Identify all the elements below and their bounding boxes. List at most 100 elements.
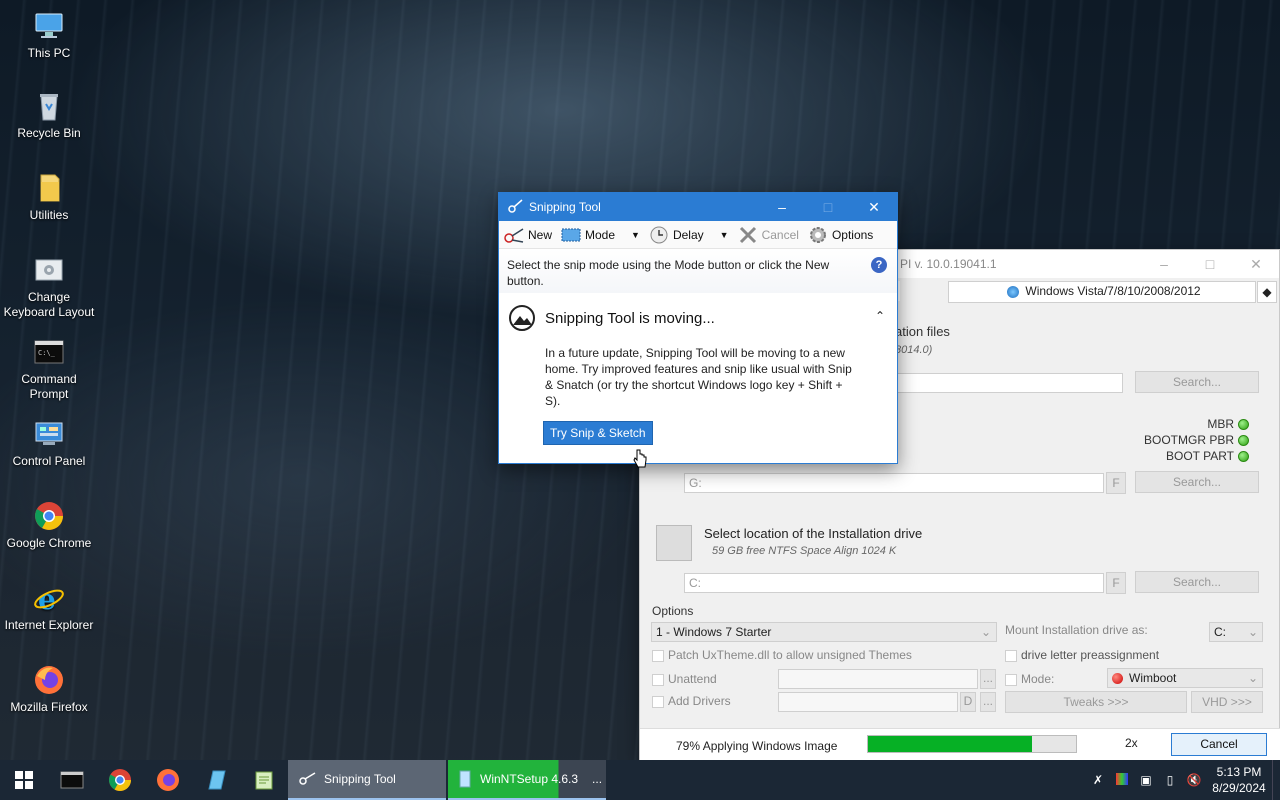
minimize-button[interactable]: – (1141, 250, 1187, 278)
clock-date: 8/29/2024 (1212, 781, 1266, 795)
install-format-button[interactable]: F (1106, 572, 1126, 594)
boot-drive-field[interactable]: G: (684, 473, 1104, 493)
start-button[interactable] (0, 760, 48, 800)
snip-sketch-logo-icon (509, 305, 535, 331)
help-icon[interactable]: ? (871, 257, 887, 273)
collapse-chevron-icon[interactable]: ⌃ (875, 309, 885, 323)
tray-network-x-icon[interactable]: ✗ (1086, 773, 1110, 787)
chrome-icon (33, 500, 65, 532)
install-files-title: ation files (895, 324, 950, 339)
desktop-icon-label: Google Chrome (6, 536, 92, 550)
snipping-tool-window[interactable]: Snipping Tool – □ ✕ New Mode ▼ Delay ▼ C… (498, 192, 898, 468)
speed-label[interactable]: 2x (1125, 736, 1138, 750)
desktop-icon-mozilla-firefox[interactable]: Mozilla Firefox (2, 664, 96, 715)
os-type-select[interactable]: Windows Vista/7/8/10/2008/2012 (948, 281, 1256, 303)
terminal-icon (60, 771, 84, 789)
minimize-button[interactable]: – (759, 193, 805, 221)
patch-uxtheme-checkbox[interactable]: Patch UxTheme.dll to allow unsigned Them… (652, 648, 912, 662)
mode-button[interactable]: Mode ▼ (560, 226, 640, 244)
new-snip-button[interactable]: New (503, 226, 552, 244)
tray-monitor-icon[interactable]: ▣ (1134, 773, 1158, 787)
options-label: Options (652, 604, 694, 618)
mount-label: Mount Installation drive as: (1005, 623, 1148, 637)
windows-logo-icon (15, 771, 33, 789)
taskbar-firefox[interactable] (144, 760, 192, 800)
new-label: New (528, 227, 553, 242)
mount-drive-select[interactable]: C: ⌄ (1209, 622, 1263, 642)
desktop-icon-label: Control Panel (12, 454, 86, 468)
maximize-button[interactable]: □ (1187, 250, 1233, 278)
unattend-checkbox[interactable]: Unattend (652, 672, 717, 686)
install-drive-field[interactable]: C: (684, 573, 1104, 593)
tray-usb-icon[interactable]: ▯ (1158, 773, 1182, 787)
desktop-icon-control-panel[interactable]: Control Panel (2, 418, 96, 469)
tray-clock[interactable]: 5:13 PM 8/29/2024 (1206, 764, 1272, 796)
cancel-button[interactable]: Cancel (1171, 733, 1267, 756)
unattend-browse-button[interactable]: ... (980, 669, 996, 689)
wimboot-status-icon (1112, 673, 1123, 685)
terminal-icon: C:\_ (33, 336, 65, 368)
task-label: Snipping Tool (324, 772, 396, 786)
close-button[interactable]: ✕ (1233, 250, 1279, 278)
desktop-icon-label: Recycle Bin (17, 126, 81, 140)
taskbar-notes[interactable] (192, 760, 240, 800)
drivers-browse-button[interactable]: ... (980, 692, 996, 712)
mode-checkbox[interactable]: Mode: (1005, 672, 1054, 686)
clock-icon (648, 226, 670, 244)
system-tray: ✗ ▣ ▯ 🔇 5:13 PM 8/29/2024 (1086, 760, 1280, 800)
desktop-icon-utilities[interactable]: Utilities (2, 172, 96, 223)
delay-dropdown-icon[interactable]: ▼ (720, 230, 729, 240)
desktop-icon-label: Command Prompt (21, 372, 77, 401)
unattend-path[interactable] (778, 669, 978, 689)
vhd-button[interactable]: VHD >>> (1191, 691, 1263, 713)
keyboard-settings-icon (33, 254, 65, 286)
install-files-path[interactable] (895, 373, 1123, 393)
snipping-tool-titlebar[interactable]: Snipping Tool – □ ✕ (499, 193, 897, 221)
taskbar-editor[interactable] (240, 760, 288, 800)
install-search-button[interactable]: Search... (1135, 571, 1259, 593)
winntsetup-icon (459, 770, 471, 788)
show-desktop-button[interactable] (1272, 760, 1280, 800)
try-snip-sketch-button[interactable]: Try Snip & Sketch (543, 421, 653, 445)
mode-dropdown-icon[interactable]: ▼ (631, 230, 640, 240)
add-drivers-checkbox[interactable]: Add Drivers (652, 694, 731, 708)
desktop-icon-this-pc[interactable]: This PC (2, 10, 96, 61)
bootpart-label: BOOT PART (1165, 449, 1234, 463)
options-button[interactable]: Options (807, 226, 873, 244)
desktop-icon-command-prompt[interactable]: C:\_ Command Prompt (2, 336, 96, 402)
boot-format-button[interactable]: F (1106, 472, 1126, 494)
tray-color-icon[interactable] (1110, 772, 1134, 788)
edition-select[interactable]: 1 - Windows 7 Starter ⌄ (651, 622, 997, 642)
desktop-icon-google-chrome[interactable]: Google Chrome (2, 500, 96, 551)
desktop-icon-recycle-bin[interactable]: Recycle Bin (2, 90, 96, 141)
install-drive-sub: 59 GB free NTFS Space Align 1024 K (712, 545, 897, 557)
taskbar-chrome[interactable] (96, 760, 144, 800)
boot-search-button[interactable]: Search... (1135, 471, 1259, 493)
desktop-icon-internet-explorer[interactable]: e Internet Explorer (2, 582, 96, 633)
mode-select[interactable]: Wimboot ⌄ (1107, 668, 1263, 688)
install-files-search-button[interactable]: Search... (1135, 371, 1259, 393)
cancel-snip-button: Cancel (737, 226, 799, 244)
taskbar-task-winntsetup[interactable]: WinNTSetup 4.6.3 ... (448, 760, 606, 800)
settings-icon[interactable]: ◆ (1257, 281, 1277, 303)
desktop-icon-label: Internet Explorer (4, 618, 94, 632)
svg-text:C:\_: C:\_ (38, 349, 56, 357)
tray-volume-muted-icon[interactable]: 🔇 (1182, 773, 1206, 787)
drivers-d-button[interactable]: D (960, 692, 976, 712)
internet-explorer-icon: e (33, 582, 65, 616)
cancel-label: Cancel (761, 227, 799, 242)
cursor-hand-icon (633, 449, 647, 472)
edition-value: 1 - Windows 7 Starter (656, 625, 772, 639)
firefox-icon (157, 769, 179, 791)
tweaks-button[interactable]: Tweaks >>> (1005, 691, 1187, 713)
drivers-path[interactable] (778, 692, 958, 712)
mount-drive-value: C: (1214, 625, 1226, 639)
close-button[interactable]: ✕ (851, 193, 897, 221)
desktop-icon-label: Mozilla Firefox (10, 700, 88, 714)
delay-button[interactable]: Delay ▼ (648, 226, 729, 244)
install-drive-title: Select location of the Installation driv… (704, 526, 923, 541)
taskbar-task-snipping-tool[interactable]: Snipping Tool (288, 760, 446, 800)
taskbar-command-prompt[interactable] (48, 760, 96, 800)
preassign-checkbox[interactable]: drive letter preassignment (1005, 648, 1159, 662)
desktop-icon-change-keyboard-layout[interactable]: Change Keyboard Layout (2, 254, 96, 320)
